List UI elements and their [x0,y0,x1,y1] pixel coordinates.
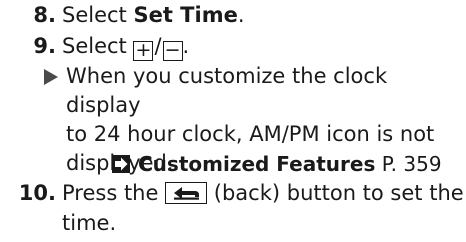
step-number: 10. [18,181,56,205]
step-9: 9. Select + / −. [0,31,460,61]
plus-icon: + [133,41,154,61]
step-8: 8. Select Set Time. [0,0,460,30]
step-text: Select [62,3,134,27]
step-number: 8. [33,3,56,27]
set-time-label: Set Time [133,3,238,27]
step-text-cont: (back) button to set the [207,181,464,205]
minus-icon: − [162,41,183,61]
step-number: 9. [33,34,56,58]
step-punctuation: . [182,34,190,58]
step-punctuation: . [237,3,245,27]
reference-page: P. 359 [381,152,442,176]
back-icon [165,182,208,204]
step-10: 10. Press the (back) button to set the ti… [0,178,464,238]
step-continuation: time. [62,211,117,235]
note-line-1: When you customize the clock display [66,64,388,117]
step-text: Press the [62,181,166,205]
note-line-2: to 24 hour clock, AM/PM icon is not [66,122,435,146]
step-text: Select [62,34,134,58]
note-arrow-icon [44,69,58,85]
manual-page: 8. Select Set Time. 9. Select + / −. When yo… [0,0,466,242]
reference-title: Customized Features [138,152,376,176]
reference-arrow-icon [112,155,130,173]
separator: / [154,34,162,58]
cross-reference[interactable]: Customized Features P. 359 [112,150,442,178]
